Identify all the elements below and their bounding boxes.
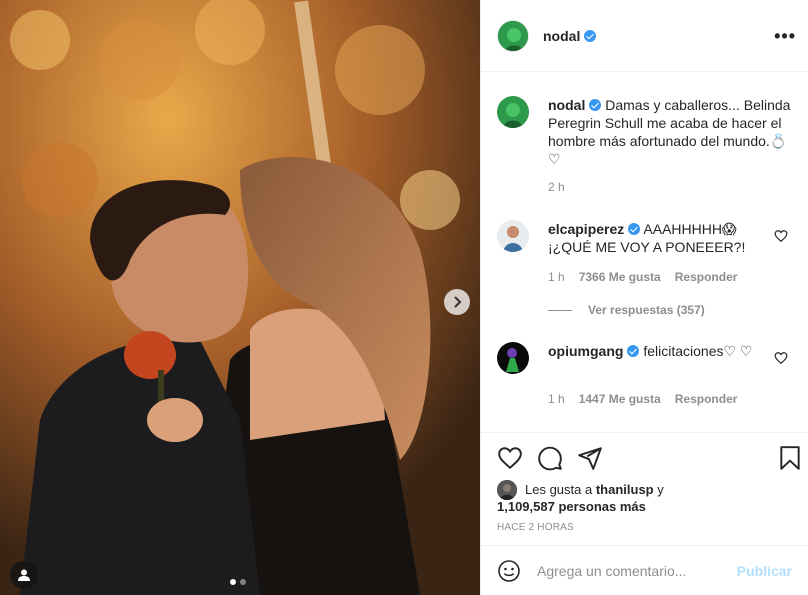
comment-age[interactable]: 1 h bbox=[548, 270, 565, 284]
comment-meta: 1 h 1447 Me gusta Responder bbox=[548, 392, 737, 406]
carousel-next-button[interactable] bbox=[444, 289, 470, 315]
reply-button[interactable]: Responder bbox=[675, 392, 738, 406]
avatar[interactable] bbox=[497, 96, 529, 128]
post-side-panel: nodal ••• nodal Damas y caballeros... Be… bbox=[480, 0, 808, 595]
avatar[interactable] bbox=[497, 342, 529, 374]
reply-button[interactable]: Responder bbox=[675, 270, 738, 284]
comment-username[interactable]: elcapiperez bbox=[548, 221, 624, 237]
likes-count[interactable]: 1,109,587 personas más bbox=[497, 499, 646, 514]
heart-icon[interactable] bbox=[497, 445, 523, 471]
caption-username[interactable]: nodal bbox=[548, 97, 585, 113]
share-icon[interactable] bbox=[577, 445, 603, 471]
likes-user[interactable]: thanilusp bbox=[596, 482, 654, 497]
comment-body: opiumgang felicitaciones♡ ♡ bbox=[548, 342, 770, 360]
carousel-dot-active bbox=[230, 579, 236, 585]
verified-icon bbox=[589, 99, 602, 111]
comment-body: elcapiperez AAAHHHHH😱 ¡¿QUÉ ME VOY A PON… bbox=[548, 220, 770, 256]
comment-icon[interactable] bbox=[537, 445, 563, 471]
bookmark-icon[interactable] bbox=[777, 445, 803, 471]
likes-joiner: y bbox=[657, 482, 664, 497]
more-icon[interactable]: ••• bbox=[774, 26, 796, 47]
comment-likes[interactable]: 7366 Me gusta bbox=[579, 270, 661, 284]
verified-icon bbox=[628, 223, 641, 235]
user-tag-icon bbox=[18, 569, 30, 581]
chevron-right-icon bbox=[454, 296, 462, 308]
publish-button[interactable]: Publicar bbox=[737, 563, 792, 579]
comment-like-heart-icon[interactable] bbox=[774, 229, 788, 243]
comment-input[interactable] bbox=[537, 562, 737, 579]
carousel-indicator bbox=[230, 579, 246, 585]
action-bar bbox=[481, 432, 808, 477]
caption-body: nodal Damas y caballeros... Belinda Pere… bbox=[548, 96, 792, 168]
likes-count-line[interactable]: 1,109,587 personas más bbox=[497, 499, 646, 514]
user-tags-button[interactable] bbox=[10, 561, 38, 589]
replies-divider bbox=[548, 309, 572, 311]
post-timestamp[interactable]: HACE 2 HORAS bbox=[497, 522, 574, 533]
comment-likes[interactable]: 1447 Me gusta bbox=[579, 392, 661, 406]
comment-text: felicitaciones♡ ♡ bbox=[643, 343, 753, 359]
avatar[interactable] bbox=[497, 480, 517, 500]
comment-like-heart-icon[interactable] bbox=[774, 351, 788, 365]
comments-list[interactable]: nodal Damas y caballeros... Belinda Pere… bbox=[481, 72, 808, 432]
verified-icon bbox=[627, 345, 640, 357]
comment-meta: 1 h 7366 Me gusta Responder bbox=[548, 270, 737, 284]
comment-age[interactable]: 1 h bbox=[548, 392, 565, 406]
post-header: nodal ••• bbox=[481, 0, 808, 72]
photo-image bbox=[0, 0, 480, 595]
verified-icon bbox=[584, 29, 597, 42]
likes-prefix: Les gusta a bbox=[525, 482, 593, 497]
likes-line: Les gusta a thanilusp y bbox=[525, 482, 664, 497]
view-replies-button[interactable]: Ver respuestas (357) bbox=[548, 303, 705, 317]
carousel-dot bbox=[240, 579, 246, 585]
view-replies-label[interactable]: Ver respuestas (357) bbox=[588, 303, 705, 317]
avatar[interactable] bbox=[497, 220, 529, 252]
emoji-icon[interactable] bbox=[497, 559, 521, 583]
caption-age[interactable]: 2 h bbox=[548, 180, 565, 194]
comment-username[interactable]: opiumgang bbox=[548, 343, 623, 359]
avatar[interactable] bbox=[497, 19, 529, 52]
caption-meta: 2 h bbox=[548, 180, 565, 194]
post-username[interactable]: nodal bbox=[543, 28, 597, 44]
post-photo[interactable] bbox=[0, 0, 480, 595]
add-comment-bar: Publicar bbox=[481, 545, 808, 595]
